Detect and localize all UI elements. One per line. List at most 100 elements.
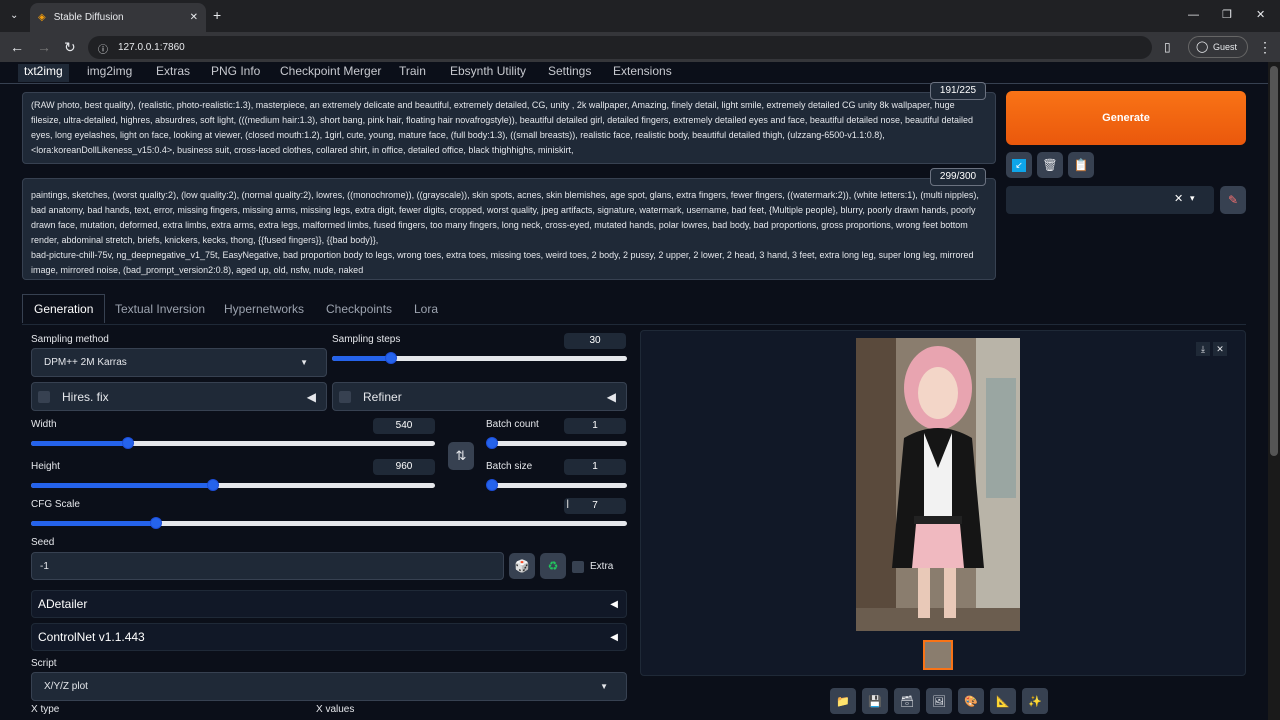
tab-txt2img[interactable]: txt2img [18,64,69,82]
refiner-checkbox[interactable] [339,390,351,403]
random-seed-button[interactable]: 🎲 [509,553,535,579]
send-to-extras-button[interactable]: 📐 [990,688,1016,714]
profile-button[interactable]: ◯ Guest [1188,36,1248,58]
subtab-checkpoints[interactable]: Checkpoints [326,302,392,316]
tab-train[interactable]: Train [399,64,426,82]
cfg-scale-input[interactable]: 7 [564,498,626,514]
slider-thumb[interactable] [121,437,134,449]
height-slider[interactable] [31,479,435,491]
new-tab-icon[interactable]: + [213,8,221,22]
tab-title: Stable Diffusion [53,12,124,23]
zip-button[interactable]: 🗃 [894,688,920,714]
extra-checkbox[interactable] [572,560,584,578]
archive-icon: 🗃 [900,695,914,708]
tab-extras[interactable]: Extras [156,64,190,82]
save-button[interactable]: 💾 [862,688,888,714]
folder-icon: 📁 [836,695,850,708]
controlnet-accordion[interactable]: ControlNet v1.1.443 ◀ [31,623,627,651]
clipboard-icon: 📋 [1073,158,1089,172]
clear-icon[interactable]: ✕ [1174,192,1183,205]
chevron-down-icon: ▼ [600,682,608,691]
negative-prompt-text: paintings, sketches, (worst quality:2), … [31,190,979,245]
open-folder-button[interactable]: 📁 [830,688,856,714]
generate-button[interactable]: Generate [1006,91,1246,145]
width-slider[interactable] [31,437,435,449]
tab-png-info[interactable]: PNG Info [211,64,260,82]
sampling-method-select[interactable]: DPM++ 2M Karras ▼ [31,348,327,377]
script-select[interactable]: X/Y/Z plot ▼ [31,672,627,701]
subtab-hypernetworks[interactable]: Hypernetworks [224,302,304,316]
batch-count-slider[interactable] [486,437,627,449]
send-to-img2img-button[interactable]: 🖼 [926,688,952,714]
url-text: 127.0.0.1:7860 [118,42,185,53]
width-label: Width [31,419,57,430]
forward-icon[interactable]: → [37,40,51,54]
reuse-seed-button[interactable]: ♻ [540,553,566,579]
maximize-icon[interactable]: ❐ [1222,8,1232,22]
batch-count-input[interactable]: 1 [564,418,626,434]
clipboard-button[interactable]: 📋 [1068,152,1094,178]
tab-img2img[interactable]: img2img [87,64,132,82]
tab-settings[interactable]: Settings [548,64,591,82]
site-info-icon[interactable]: ⓘ [98,41,108,56]
subtab-generation[interactable]: Generation [22,294,106,323]
cfg-scale-label: CFG Scale [31,499,80,510]
window-close-icon[interactable]: ✕ [1256,8,1265,22]
cfg-scale-slider[interactable] [31,517,627,529]
tab-search-icon[interactable]: ⌄ [10,9,18,23]
browser-tab[interactable]: ◈ Stable Diffusion ✕ [30,3,206,32]
ruler-icon: 📐 [996,695,1010,708]
hires-fix-accordion[interactable]: Hires. fix ◀ [31,382,327,411]
subtab-textual-inversion[interactable]: Textual Inversion [115,302,205,316]
slider-thumb[interactable] [486,437,498,449]
palette-icon: 🎨 [964,695,978,708]
close-icon[interactable]: ✕ [1213,342,1227,356]
swap-dimensions-button[interactable]: ⇅ [448,442,474,470]
controlnet-label: ControlNet v1.1.443 [38,630,145,644]
browser-menu-icon[interactable]: ⋮ [1258,40,1272,54]
slider-thumb[interactable] [150,517,163,529]
tab-ebsynth-utility[interactable]: Ebsynth Utility [450,64,526,82]
read-params-button[interactable]: ↙ [1006,152,1032,178]
negative-prompt[interactable]: paintings, sketches, (worst quality:2), … [22,178,996,280]
height-label: Height [31,461,60,472]
back-icon[interactable]: ← [10,40,24,54]
sampling-steps-slider[interactable] [332,352,627,364]
positive-token-counter: 191/225 [930,82,986,100]
tab-extensions[interactable]: Extensions [613,64,672,82]
styles-dropdown[interactable]: ✕ ▾ [1006,186,1214,214]
slider-thumb[interactable] [385,352,397,364]
batch-size-input[interactable]: 1 [564,459,626,475]
generated-image[interactable] [856,338,1020,631]
trash-button[interactable]: 🗑 [1037,152,1063,178]
reload-icon[interactable]: ↻ [64,40,76,54]
minimize-icon[interactable]: — [1188,8,1199,22]
sampling-steps-input[interactable]: 30 [564,333,626,349]
script-value: X/Y/Z plot [44,681,88,692]
refiner-accordion[interactable]: Refiner ◀ [332,382,627,411]
slider-thumb[interactable] [206,479,219,491]
address-bar[interactable]: ⓘ 127.0.0.1:7860 [88,36,1152,59]
scrollbar-thumb[interactable] [1270,66,1278,456]
positive-prompt[interactable]: (RAW photo, best quality), (realistic, p… [22,92,996,164]
slider-thumb[interactable] [486,479,498,491]
sparkle-button[interactable]: ✨ [1022,688,1048,714]
arrow-icon: ↙ [1012,158,1026,172]
width-input[interactable]: 540 [373,418,435,434]
send-to-inpaint-button[interactable]: 🎨 [958,688,984,714]
gallery-thumbnail[interactable] [923,640,953,670]
tab-checkpoint-merger[interactable]: Checkpoint Merger [280,64,381,82]
close-tab-icon[interactable]: ✕ [190,12,198,23]
subtab-divider [22,324,1246,325]
batch-size-slider[interactable] [486,479,627,491]
seed-input[interactable]: -1 [31,552,504,580]
height-input[interactable]: 960 [373,459,435,475]
edit-styles-button[interactable]: ✎ [1220,186,1246,214]
hires-fix-checkbox[interactable] [38,390,50,403]
download-icon[interactable]: ⤓ [1196,342,1210,356]
subtab-lora[interactable]: Lora [414,302,438,316]
adetailer-accordion[interactable]: ADetailer ◀ [31,590,627,618]
collapse-arrow-icon: ◀ [610,631,618,643]
sidepanel-icon[interactable]: ▯ [1164,40,1171,54]
seed-label: Seed [31,537,55,548]
